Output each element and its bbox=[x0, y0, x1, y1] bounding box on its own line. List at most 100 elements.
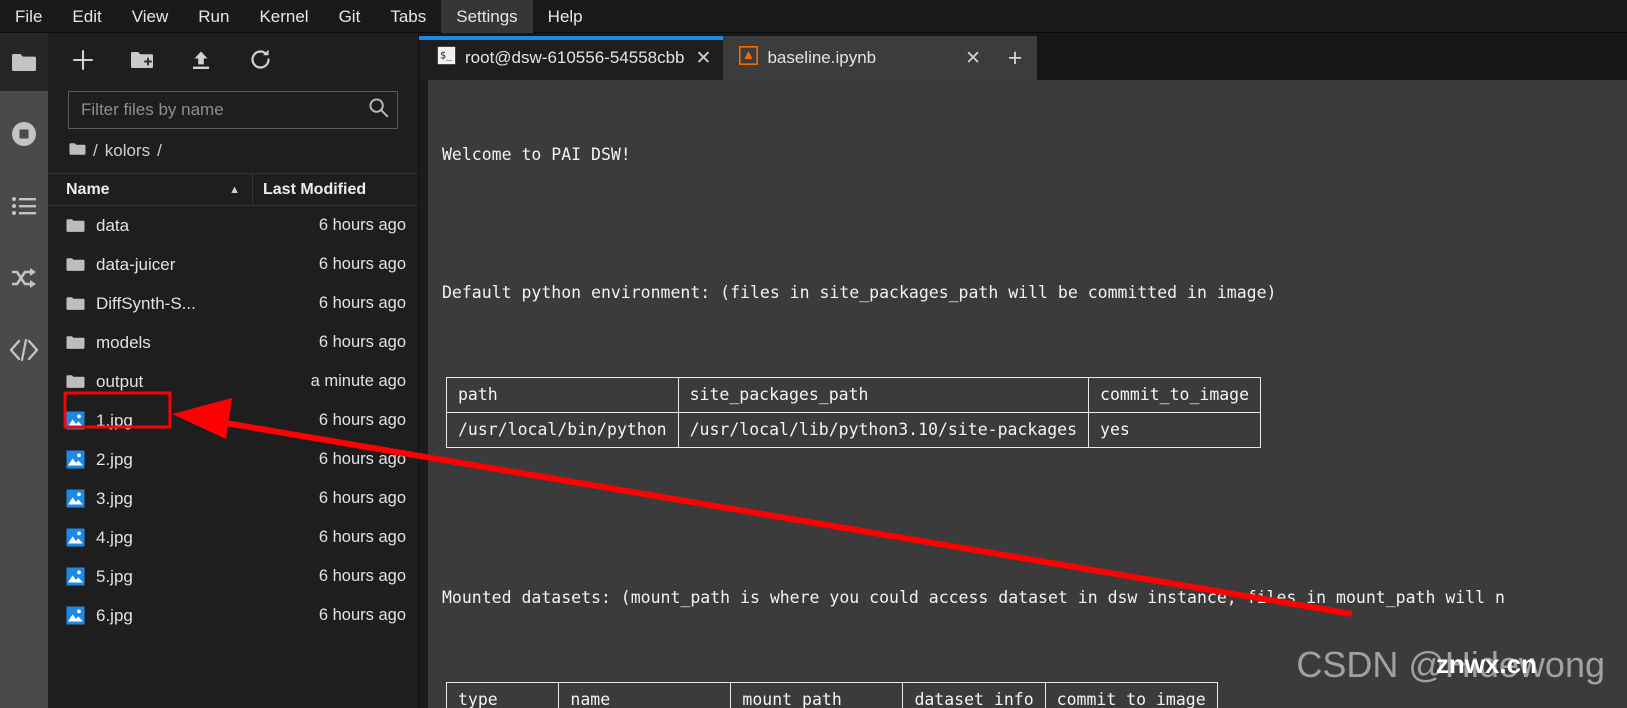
terminal-blank-1 bbox=[442, 212, 1627, 235]
activity-bar-spacer-2 bbox=[0, 163, 48, 177]
search-input[interactable] bbox=[81, 100, 368, 120]
sidebar-item-code-snippets[interactable] bbox=[0, 321, 48, 379]
breadcrumb: / kolors / bbox=[48, 129, 418, 173]
image-icon bbox=[66, 411, 85, 430]
new-tab-button[interactable]: + bbox=[993, 36, 1038, 80]
file-list-item-label: 5.jpg bbox=[96, 566, 133, 586]
new-launcher-button[interactable] bbox=[70, 49, 96, 75]
tab-bar: $_ root@dsw-610556-54558cbb ✕ baseline.i… bbox=[419, 33, 1627, 80]
file-list-item-modified: a minute ago bbox=[310, 372, 406, 390]
menu-item-settings[interactable]: Settings bbox=[441, 0, 533, 33]
file-list-item-label: DiffSynth-S... bbox=[96, 293, 196, 313]
activity-bar-spacer-4 bbox=[0, 307, 48, 321]
plus-icon bbox=[72, 49, 94, 76]
file-list-item-label: output bbox=[96, 371, 144, 391]
menu-item-help[interactable]: Help bbox=[533, 0, 598, 33]
file-list-item-label: models bbox=[96, 332, 151, 352]
file-list-item-name-cell: 4.jpg bbox=[66, 528, 252, 548]
refresh-icon bbox=[249, 48, 272, 76]
file-list-item[interactable]: 1.jpg 6 hours ago bbox=[48, 401, 418, 440]
column-header-name[interactable]: Name ▲ bbox=[48, 181, 252, 199]
file-list-item[interactable]: 3.jpg 6 hours ago bbox=[48, 479, 418, 518]
menu-item-run[interactable]: Run bbox=[183, 0, 244, 33]
mounted-datasets-table-header-cell: dataset_info bbox=[902, 682, 1046, 708]
file-list-item-modified: 6 hours ago bbox=[318, 411, 406, 429]
folder-icon[interactable] bbox=[69, 141, 86, 161]
breadcrumb-separator-2: / bbox=[157, 141, 162, 160]
breadcrumb-separator-1: / bbox=[93, 141, 98, 160]
file-list-column-header: Name ▲ Last Modified bbox=[48, 173, 418, 206]
python-environment-table-header-row: path site_packages_path commit_to_image bbox=[446, 377, 1262, 413]
file-list-item-label: 4.jpg bbox=[96, 527, 133, 547]
shuffle-icon bbox=[10, 266, 38, 290]
column-header-name-label: Name bbox=[66, 180, 110, 198]
menu-item-file[interactable]: File bbox=[0, 0, 57, 33]
file-list-item-modified: 6 hours ago bbox=[318, 528, 406, 546]
menu-item-view[interactable]: View bbox=[117, 0, 184, 33]
python-environment-table-header-cell: site_packages_path bbox=[677, 377, 1090, 413]
watermark-znwx: znwx.cn bbox=[1435, 649, 1537, 679]
file-list-item-modified: 6 hours ago bbox=[318, 606, 406, 624]
sidebar-item-running-sessions[interactable] bbox=[0, 105, 48, 163]
file-list-item-name-cell: 1.jpg bbox=[66, 411, 252, 431]
menu-item-tabs[interactable]: Tabs bbox=[375, 0, 441, 33]
file-list-item[interactable]: 2.jpg 6 hours ago bbox=[48, 440, 418, 479]
svg-text:$_: $_ bbox=[440, 51, 453, 62]
python-environment-table-cell: /usr/local/bin/python bbox=[446, 412, 679, 448]
python-environment-table-cell: /usr/local/lib/python3.10/site-packages bbox=[677, 412, 1090, 448]
column-header-last-modified[interactable]: Last Modified bbox=[252, 173, 418, 206]
file-list-item-name-cell: 2.jpg bbox=[66, 450, 252, 470]
file-list-item-name-cell: data bbox=[66, 216, 252, 236]
file-list-item[interactable]: output a minute ago bbox=[48, 362, 418, 401]
file-list-item[interactable]: 6.jpg 6 hours ago bbox=[48, 596, 418, 635]
mounted-datasets-table-header-cell: type bbox=[445, 682, 560, 708]
file-browser-toolbar bbox=[48, 33, 418, 91]
file-list-item-name-cell: 3.jpg bbox=[66, 489, 252, 509]
menu-item-kernel[interactable]: Kernel bbox=[244, 0, 323, 33]
file-list-item[interactable]: DiffSynth-S... 6 hours ago bbox=[48, 284, 418, 323]
file-filter-box[interactable] bbox=[68, 91, 398, 129]
sort-caret-icon[interactable]: ▲ bbox=[229, 184, 240, 196]
refresh-file-list-button[interactable] bbox=[247, 49, 273, 75]
file-list-item-modified: 6 hours ago bbox=[318, 294, 406, 312]
search-icon[interactable] bbox=[368, 97, 389, 123]
tab-notebook[interactable]: baseline.ipynb ✕ bbox=[723, 36, 994, 80]
new-folder-button[interactable] bbox=[129, 49, 155, 75]
file-list-item-modified: 6 hours ago bbox=[318, 567, 406, 585]
terminal-mounted-line: Mounted datasets: (mount_path is where y… bbox=[442, 588, 1505, 607]
python-environment-table: path site_packages_path commit_to_image/us… bbox=[446, 377, 1262, 448]
file-list-item[interactable]: data-juicer 6 hours ago bbox=[48, 245, 418, 284]
file-browser-panel: / kolors / Name ▲ Last Modified data 6 ho… bbox=[48, 33, 419, 708]
menu-item-edit[interactable]: Edit bbox=[57, 0, 116, 33]
mounted-datasets-table: type name mount_path dataset_info commit_to_… bbox=[445, 682, 1218, 708]
file-list-item-modified: 6 hours ago bbox=[318, 489, 406, 507]
breadcrumb-path-kolors[interactable]: kolors bbox=[105, 141, 150, 161]
tab-terminal[interactable]: $_ root@dsw-610556-54558cbb ✕ bbox=[419, 36, 724, 80]
close-icon[interactable]: ✕ bbox=[965, 47, 981, 70]
sidebar-item-extension-manager[interactable] bbox=[0, 249, 48, 307]
tab-active-accent bbox=[419, 36, 724, 40]
file-list-item[interactable]: data 6 hours ago bbox=[48, 206, 418, 245]
file-list-item-modified: 6 hours ago bbox=[318, 333, 406, 351]
file-list-item-modified: 6 hours ago bbox=[318, 216, 406, 234]
file-filter-wrapper bbox=[48, 91, 418, 129]
running-sessions-icon bbox=[10, 120, 38, 148]
folder-icon bbox=[66, 218, 85, 233]
menu-item-git[interactable]: Git bbox=[324, 0, 376, 33]
file-list-item-name-cell: 6.jpg bbox=[66, 606, 252, 626]
sidebar-item-table-of-contents[interactable] bbox=[0, 177, 48, 235]
image-icon bbox=[66, 450, 85, 469]
terminal-welcome-line: Welcome to PAI DSW! bbox=[442, 145, 631, 164]
file-list-item[interactable]: models 6 hours ago bbox=[48, 323, 418, 362]
file-list-item[interactable]: 5.jpg 6 hours ago bbox=[48, 557, 418, 596]
notebook-icon bbox=[739, 45, 759, 70]
close-icon[interactable]: ✕ bbox=[696, 47, 712, 70]
terminal-output[interactable]: Welcome to PAI DSW! Default python envir… bbox=[419, 80, 1627, 708]
tab-notebook-label: baseline.ipynb bbox=[767, 48, 877, 67]
terminal-env-line: Default python environment: (files in si… bbox=[442, 283, 1277, 302]
list-icon bbox=[11, 195, 37, 217]
sidebar-item-file-browser[interactable] bbox=[0, 33, 48, 91]
file-list-item[interactable]: 4.jpg 6 hours ago bbox=[48, 518, 418, 557]
file-list-item-label: 3.jpg bbox=[96, 488, 133, 508]
upload-files-button[interactable] bbox=[188, 49, 214, 75]
